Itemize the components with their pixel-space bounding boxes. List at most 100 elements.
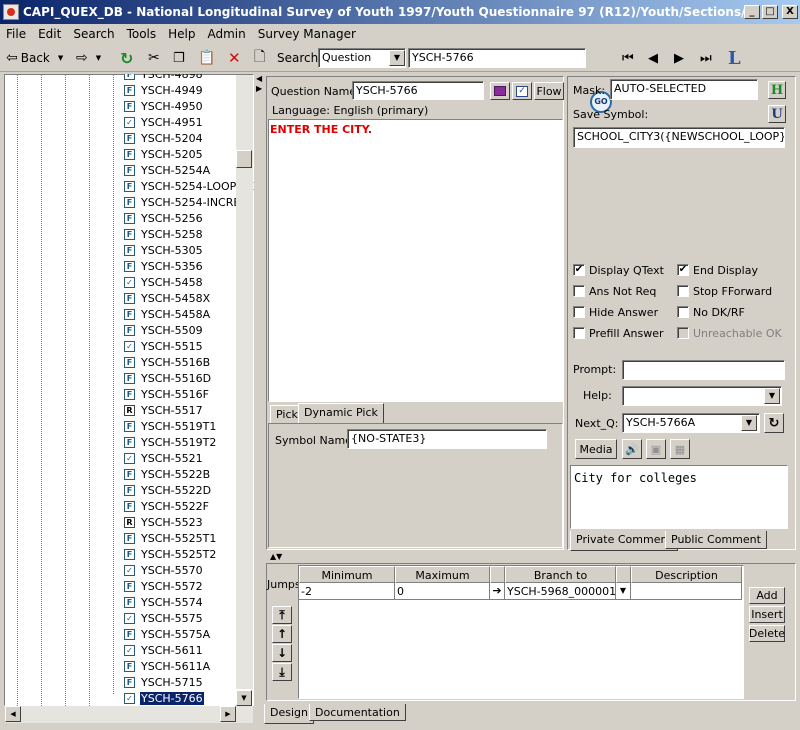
next-q-select[interactable]: YSCH-5766A bbox=[622, 413, 760, 433]
splitter-collapse-icon[interactable]: ◀ bbox=[256, 74, 262, 83]
tree-item[interactable]: F YSCH-5458A bbox=[124, 306, 211, 322]
tree-item[interactable]: F YSCH-5519T2 bbox=[124, 434, 217, 450]
tree-item[interactable]: F YSCH-5305 bbox=[124, 242, 204, 258]
copy-icon[interactable]: ❐ bbox=[173, 47, 185, 69]
u-button[interactable]: U bbox=[768, 105, 786, 123]
tree-item[interactable]: F YSCH-5254-INCREM bbox=[124, 194, 251, 210]
tree-item[interactable]: F YSCH-5575A bbox=[124, 626, 211, 642]
maximize-button[interactable]: □ bbox=[762, 5, 778, 19]
column-header-minimum[interactable]: Minimum bbox=[299, 566, 395, 583]
jump-minimum-cell[interactable]: -2 bbox=[299, 583, 395, 600]
next-q-dropdown-icon[interactable]: ▼ bbox=[741, 415, 757, 431]
tree-item[interactable]: F YSCH-5516D bbox=[124, 370, 212, 386]
tree-scroll-down-icon[interactable]: ▼ bbox=[236, 690, 252, 706]
tree-item[interactable]: ✓ YSCH-5611 bbox=[124, 642, 204, 658]
tree-item[interactable]: F YSCH-5522B bbox=[124, 466, 211, 482]
branch-dropdown-icon[interactable]: ▼ bbox=[616, 583, 631, 600]
tree-item[interactable]: ✓ YSCH-5575 bbox=[124, 610, 204, 626]
tab-private-comment[interactable]: Private Comment bbox=[570, 531, 678, 551]
tree-item[interactable]: F YSCH-4898 bbox=[124, 74, 204, 82]
tree-item[interactable]: F YSCH-5254-LOOP-BE bbox=[124, 178, 254, 194]
tree-item[interactable]: F YSCH-5516F bbox=[124, 386, 210, 402]
media-button[interactable]: Media bbox=[575, 439, 617, 459]
tree-item[interactable]: F YSCH-5458X bbox=[124, 290, 211, 306]
l-icon[interactable]: L bbox=[728, 47, 741, 69]
h-button[interactable]: H bbox=[768, 81, 786, 99]
menu-help[interactable]: Help bbox=[162, 27, 201, 41]
back-button[interactable]: ⇦ Back ▼ bbox=[6, 47, 63, 69]
menu-survey-manager[interactable]: Survey Manager bbox=[252, 27, 362, 41]
tree-horizontal-scrollbar[interactable] bbox=[5, 706, 253, 723]
symbol-name-field[interactable]: {NO-STATE3} bbox=[347, 429, 547, 449]
next-record-icon[interactable]: ▶ bbox=[674, 47, 684, 69]
refresh-icon[interactable]: ↻ bbox=[120, 47, 133, 69]
prompt-field[interactable] bbox=[622, 360, 785, 380]
tree-item[interactable]: F YSCH-5525T2 bbox=[124, 546, 217, 562]
stop-fforward-box[interactable] bbox=[677, 285, 689, 297]
tree-item[interactable]: F YSCH-5611A bbox=[124, 658, 211, 674]
flow-button[interactable]: Flow bbox=[534, 82, 564, 100]
tree-item[interactable]: F YSCH-5356 bbox=[124, 258, 204, 274]
new-document-icon[interactable]: 🗋 bbox=[254, 47, 265, 69]
previous-record-icon[interactable]: ◀ bbox=[648, 47, 658, 69]
menu-edit[interactable]: Edit bbox=[32, 27, 67, 41]
tree-item[interactable]: ✓ YSCH-5766 bbox=[124, 690, 205, 706]
tree-item[interactable]: R YSCH-5523 bbox=[124, 514, 204, 530]
prefill-answer-box[interactable] bbox=[573, 327, 585, 339]
jump-description-cell[interactable] bbox=[631, 583, 742, 600]
splitter-expand-icon[interactable]: ▶ bbox=[256, 84, 262, 93]
move-up-icon[interactable]: ↑ bbox=[272, 625, 292, 643]
tree-scroll-right-icon[interactable]: ▶ bbox=[220, 706, 236, 722]
tab-design[interactable]: Design bbox=[264, 704, 314, 724]
tree-scroll-thumb[interactable] bbox=[236, 150, 252, 168]
mask-field[interactable]: AUTO-SELECTED bbox=[610, 79, 758, 100]
tree-item[interactable]: ✓ YSCH-5521 bbox=[124, 450, 204, 466]
move-to-top-icon[interactable]: ⤒ bbox=[272, 606, 292, 624]
tree-item[interactable]: F YSCH-5525T1 bbox=[124, 530, 217, 546]
hide-answer-box[interactable] bbox=[573, 306, 585, 318]
tree-item[interactable]: F YSCH-5509 bbox=[124, 322, 204, 338]
tree-item[interactable]: R YSCH-5517 bbox=[124, 402, 204, 418]
help-dropdown-icon[interactable]: ▼ bbox=[764, 388, 780, 404]
tab-documentation[interactable]: Documentation bbox=[309, 704, 406, 721]
column-header-maximum[interactable]: Maximum bbox=[395, 566, 490, 583]
question-name-field[interactable]: YSCH-5766 bbox=[352, 81, 484, 100]
tree-item[interactable]: F YSCH-5574 bbox=[124, 594, 204, 610]
comment-text-area[interactable]: City for colleges bbox=[570, 465, 788, 529]
close-window-button[interactable]: X bbox=[782, 5, 798, 19]
check-tool-icon[interactable]: ✓ bbox=[512, 82, 532, 100]
purple-tool-icon[interactable] bbox=[490, 82, 510, 100]
tree-item[interactable]: ✓ YSCH-5570 bbox=[124, 562, 204, 578]
menu-search[interactable]: Search bbox=[67, 27, 120, 41]
menu-file[interactable]: File bbox=[0, 27, 32, 41]
jump-branch-cell[interactable]: YSCH-5968_000001 bbox=[505, 583, 616, 600]
tree-item[interactable]: ✓ YSCH-5458 bbox=[124, 274, 204, 290]
tree-item[interactable]: ✓ YSCH-4951 bbox=[124, 114, 204, 130]
question-text-area[interactable]: ENTER THE CITY. bbox=[268, 119, 563, 402]
tree-item[interactable]: ✓ YSCH-5515 bbox=[124, 338, 204, 354]
menu-admin[interactable]: Admin bbox=[202, 27, 252, 41]
column-header-branch-to[interactable]: Branch to bbox=[505, 566, 616, 583]
tree-item[interactable]: F YSCH-5256 bbox=[124, 210, 204, 226]
no-dk-rf-box[interactable] bbox=[677, 306, 689, 318]
first-record-icon[interactable]: ⏮ bbox=[622, 47, 634, 69]
ans-not-req-box[interactable] bbox=[573, 285, 585, 297]
save-symbol-field[interactable]: SCHOOL_CITY3({NEWSCHOOL_LOOP})^} bbox=[573, 127, 785, 148]
tab-dynamic-pick[interactable]: Dynamic Pick bbox=[298, 403, 384, 423]
cut-icon[interactable]: ✂ bbox=[148, 47, 160, 69]
tree-item[interactable]: F YSCH-5715 bbox=[124, 674, 204, 690]
forward-button[interactable]: ⇨ ▼ bbox=[76, 47, 101, 69]
insert-jump-button[interactable]: Insert bbox=[749, 606, 785, 623]
paste-icon[interactable]: 📋 bbox=[198, 47, 215, 69]
tree-item[interactable]: F YSCH-5205 bbox=[124, 146, 204, 162]
tree-item[interactable]: F YSCH-5522D bbox=[124, 482, 212, 498]
tree-item[interactable]: F YSCH-4949 bbox=[124, 82, 204, 98]
add-jump-button[interactable]: Add bbox=[749, 587, 785, 604]
minimize-button[interactable]: _ bbox=[744, 5, 760, 19]
tree-item[interactable]: F YSCH-5572 bbox=[124, 578, 204, 594]
display-qtext-box[interactable]: ✔ bbox=[573, 264, 585, 276]
tree-item[interactable]: F YSCH-5258 bbox=[124, 226, 204, 242]
tree-item[interactable]: F YSCH-5254A bbox=[124, 162, 211, 178]
tree-item[interactable]: F YSCH-5519T1 bbox=[124, 418, 217, 434]
tree-item[interactable]: F YSCH-5522F bbox=[124, 498, 210, 514]
